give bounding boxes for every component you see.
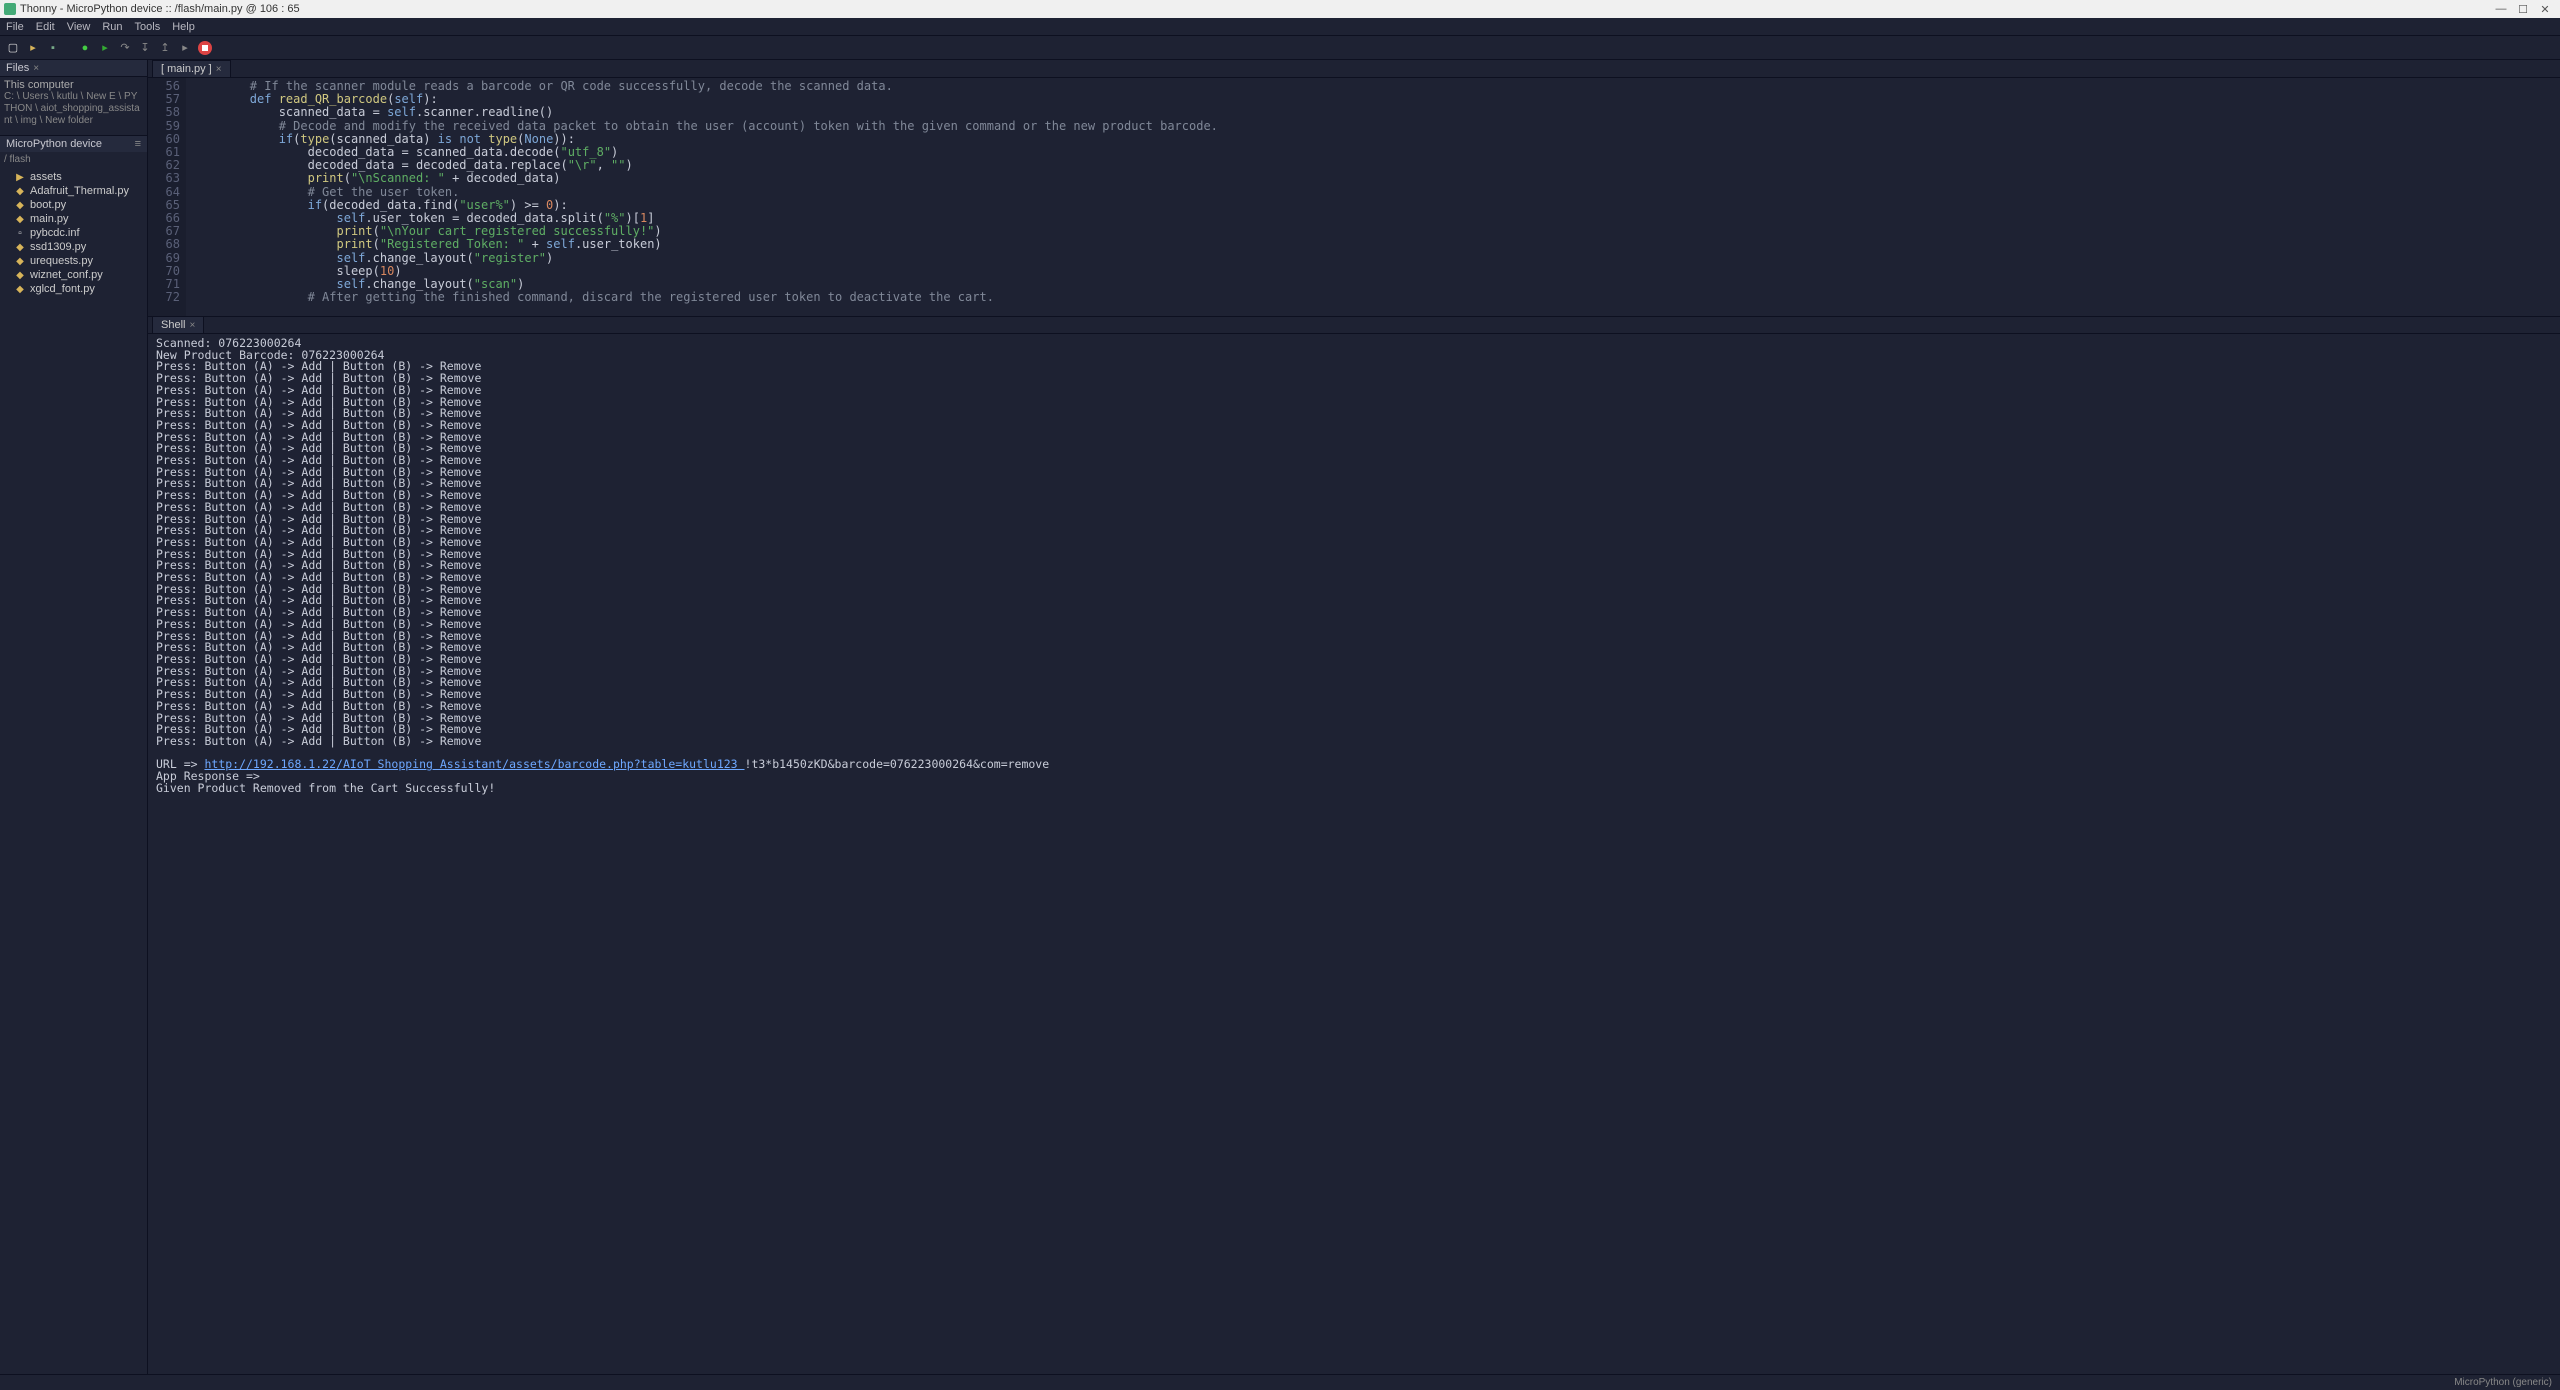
tree-file[interactable]: ◆ urequests.py [4,254,143,268]
close-icon[interactable]: × [33,63,39,74]
editor-tab-bar: [ main.py ] × [148,60,2560,78]
stop-button[interactable] [198,41,212,55]
code-area[interactable]: # If the scanner module reads a barcode … [186,78,2560,316]
backend-label[interactable]: MicroPython (generic) [2454,1377,2552,1388]
python-file-icon: ◆ [14,214,26,225]
python-file-icon: ◆ [14,186,26,197]
this-computer-path[interactable]: C: \ Users \ kutlu \ New E \ PYTHON \ ai… [4,91,143,127]
python-file-icon: ◆ [14,256,26,267]
tree-file[interactable]: ◆ Adafruit_Thermal.py [4,184,143,198]
menu-help[interactable]: Help [172,21,195,33]
save-file-button[interactable]: ▪ [46,41,60,55]
python-file-icon: ◆ [14,242,26,253]
device-label[interactable]: MicroPython device [6,138,102,150]
open-file-button[interactable]: ▸ [26,41,40,55]
editor-tab-main-py[interactable]: [ main.py ] × [152,60,231,77]
shell-tab-bar: Shell × [148,316,2560,334]
toolbar: ▢ ▸ ▪ ● ▸ ↷ ↧ ↥ ▸ [0,36,2560,60]
python-file-icon: ◆ [14,200,26,211]
sidebar: Files × This computer C: \ Users \ kutlu… [0,60,148,1374]
shell-url-link[interactable]: http://192.168.1.22/AIoT Shopping Assist… [204,757,744,771]
code-editor[interactable]: 56 57 58 59 60 61 62 63 64 65 66 67 68 6… [148,78,2560,316]
tree-file[interactable]: ◆ ssd1309.py [4,240,143,254]
menu-view[interactable]: View [67,21,91,33]
tree-file[interactable]: ◆ boot.py [4,198,143,212]
window-minimize-button[interactable]: — [2490,3,2512,15]
editor-tab-label: [ main.py ] [161,63,212,75]
tree-item-label: pybcdc.inf [30,227,80,239]
tree-item-label: xglcd_font.py [30,283,95,295]
window-title: Thonny - MicroPython device :: /flash/ma… [20,3,300,15]
device-path[interactable]: / flash [4,154,143,166]
this-computer-panel: This computer C: \ Users \ kutlu \ New E… [0,77,147,129]
window-maximize-button[interactable]: ☐ [2512,3,2534,16]
tree-item-label: ssd1309.py [30,241,86,253]
close-icon[interactable]: × [216,64,222,75]
new-file-button[interactable]: ▢ [6,41,20,55]
python-file-icon: ◆ [14,270,26,281]
menu-run[interactable]: Run [102,21,122,33]
tree-item-label: urequests.py [30,255,93,267]
run-button[interactable]: ● [78,41,92,55]
menu-file[interactable]: File [6,21,24,33]
app-icon [4,3,16,15]
tree-item-label: Adafruit_Thermal.py [30,185,129,197]
this-computer-label[interactable]: This computer [4,79,143,91]
debug-button[interactable]: ▸ [98,41,112,55]
line-number-gutter: 56 57 58 59 60 61 62 63 64 65 66 67 68 6… [148,78,186,316]
device-panel: MicroPython device ≡ / flash ▶ assets ◆ Ada… [0,135,147,298]
tree-file[interactable]: ◆ wiznet_conf.py [4,268,143,282]
device-file-tree: ▶ assets ◆ Adafruit_Thermal.py ◆ boot.py ◆ main… [0,168,147,298]
folder-icon: ▶ [14,172,26,183]
python-file-icon: ◆ [14,284,26,295]
window-close-button[interactable]: ✕ [2534,3,2556,16]
tree-file[interactable]: ▫ pybcdc.inf [4,226,143,240]
tree-item-label: wiznet_conf.py [30,269,103,281]
tree-folder[interactable]: ▶ assets [4,170,143,184]
menu-bar: File Edit View Run Tools Help [0,18,2560,36]
shell-tab[interactable]: Shell × [152,316,204,333]
resume-button[interactable]: ▸ [178,41,192,55]
window-titlebar: Thonny - MicroPython device :: /flash/ma… [0,0,2560,18]
tree-item-label: boot.py [30,199,66,211]
shell-tab-label: Shell [161,319,185,331]
tree-file[interactable]: ◆ xglcd_font.py [4,282,143,296]
file-icon: ▫ [14,228,26,239]
step-over-button[interactable]: ↷ [118,41,132,55]
device-menu-button[interactable]: ≡ [135,138,141,150]
status-bar: MicroPython (generic) [0,1374,2560,1390]
tree-item-label: main.py [30,213,69,225]
close-icon[interactable]: × [189,320,195,331]
files-panel-tab[interactable]: Files × [0,60,147,77]
menu-tools[interactable]: Tools [135,21,161,33]
shell-output[interactable]: Scanned: 076223000264 New Product Barcod… [148,334,2560,1374]
step-out-button[interactable]: ↥ [158,41,172,55]
tree-file[interactable]: ◆ main.py [4,212,143,226]
step-into-button[interactable]: ↧ [138,41,152,55]
files-tab-label: Files [6,62,29,74]
menu-edit[interactable]: Edit [36,21,55,33]
tree-item-label: assets [30,171,62,183]
